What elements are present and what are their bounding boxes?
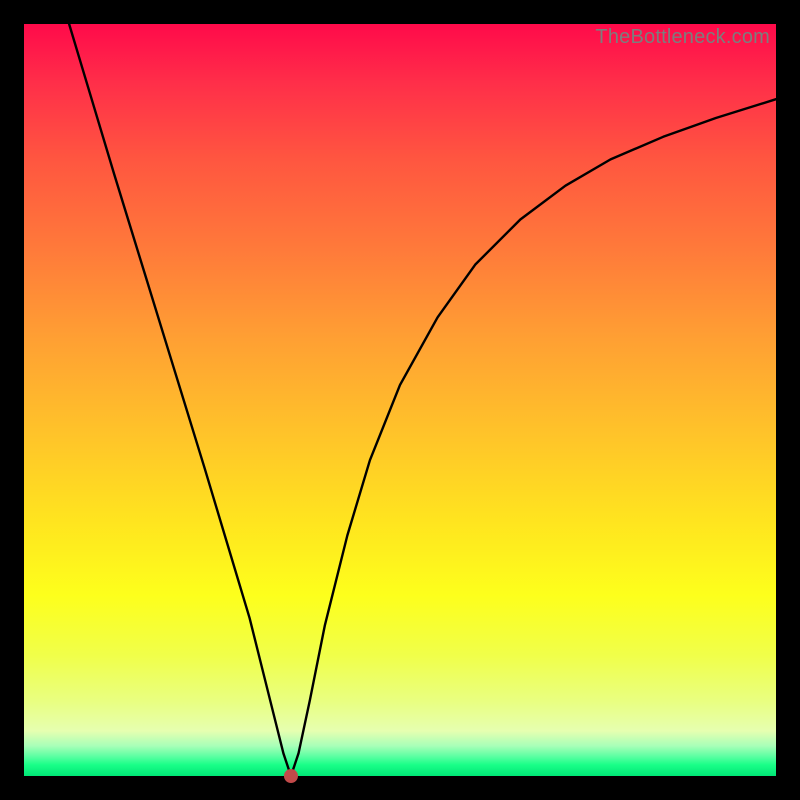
plot-area: TheBottleneck.com	[24, 24, 776, 776]
chart-frame: TheBottleneck.com	[0, 0, 800, 800]
bottleneck-curve	[69, 24, 776, 776]
optimum-marker	[284, 769, 298, 783]
curve-svg	[24, 24, 776, 776]
